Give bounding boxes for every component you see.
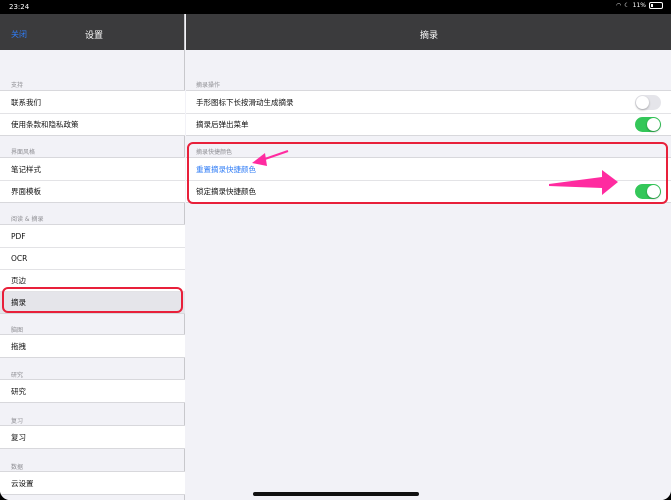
sidebar-item-note-style[interactable]: 笔记样式 bbox=[0, 158, 185, 180]
moon-icon: ☾ bbox=[624, 2, 630, 9]
group-review: 复习 bbox=[0, 425, 185, 449]
sidebar-item-review[interactable]: 复习 bbox=[0, 426, 185, 448]
sidebar-item-label: 云设置 bbox=[11, 478, 34, 488]
sidebar-item-cloud[interactable]: 云设置 bbox=[0, 472, 185, 494]
screen: 关闭 设置 支持 联系我们 使用条款和隐私政策 界面风格 笔记样式 界面模板 阅… bbox=[0, 14, 671, 500]
group-ui-style: 笔记样式 界面模板 bbox=[0, 157, 185, 203]
sidebar-item-label: 拖拽 bbox=[11, 341, 26, 351]
sidebar-item-margin[interactable]: 页边 bbox=[0, 269, 185, 291]
sidebar-item-label: 页边 bbox=[11, 276, 26, 285]
section-header-support: 支持 bbox=[11, 82, 24, 89]
section-header-data: 数据 bbox=[11, 464, 24, 471]
group-research: 研究 bbox=[0, 379, 185, 403]
sidebar: 关闭 设置 支持 联系我们 使用条款和隐私政策 界面风格 笔记样式 界面模板 阅… bbox=[0, 14, 185, 500]
status-time: 23:24 bbox=[9, 3, 30, 11]
home-indicator bbox=[253, 492, 419, 496]
group-reading: PDF OCR 页边 摘录 bbox=[0, 224, 185, 314]
sidebar-item-label: 使用条款和隐私政策 bbox=[11, 120, 79, 129]
sidebar-item-terms[interactable]: 使用条款和隐私政策 bbox=[0, 113, 185, 135]
battery-percent: 11% bbox=[632, 2, 646, 9]
sidebar-item-label: 复习 bbox=[11, 432, 26, 442]
sidebar-navbar: 关闭 设置 bbox=[0, 14, 184, 50]
detail-pane: 摘录 摘录操作 手形图标下长按滑动生成摘录 摘录后弹出菜单 摘录快捷颜色 重置摘… bbox=[186, 14, 671, 500]
sidebar-item-pdf[interactable]: PDF bbox=[0, 225, 185, 247]
section-header-review: 复习 bbox=[11, 418, 24, 425]
sidebar-item-label: 联系我们 bbox=[11, 97, 41, 107]
arrow-to-reset-icon bbox=[252, 150, 289, 166]
close-button[interactable]: 关闭 bbox=[11, 29, 27, 40]
status-bar: 23:24 ◠ ☾ 11% bbox=[0, 0, 671, 14]
sidebar-item-label: 界面模板 bbox=[11, 187, 41, 196]
status-icons: ◠ ☾ 11% bbox=[616, 2, 663, 9]
section-header-mindmap: 脑图 bbox=[11, 327, 24, 334]
sidebar-item-ui-template[interactable]: 界面模板 bbox=[0, 180, 185, 202]
sidebar-item-label: 摘录 bbox=[11, 298, 26, 307]
section-header-ui-style: 界面风格 bbox=[11, 149, 36, 156]
sidebar-item-excerpt[interactable]: 摘录 bbox=[0, 291, 185, 313]
sidebar-item-label: 笔记样式 bbox=[11, 164, 41, 174]
sidebar-title: 设置 bbox=[85, 31, 104, 41]
sidebar-item-label: OCR bbox=[11, 254, 28, 263]
section-header-reading: 阅读 & 摘录 bbox=[11, 216, 44, 223]
arrow-to-lock-toggle-icon bbox=[549, 170, 618, 195]
section-header-research: 研究 bbox=[11, 372, 24, 379]
sidebar-item-ocr[interactable]: OCR bbox=[0, 247, 185, 269]
group-mindmap: 拖拽 bbox=[0, 334, 185, 358]
sidebar-item-drag[interactable]: 拖拽 bbox=[0, 335, 185, 357]
sidebar-item-label: PDF bbox=[11, 231, 26, 241]
battery-icon bbox=[649, 2, 663, 9]
sidebar-item-contact[interactable]: 联系我们 bbox=[0, 91, 185, 113]
group-support: 联系我们 使用条款和隐私政策 bbox=[0, 90, 185, 136]
sidebar-item-label: 研究 bbox=[11, 386, 26, 396]
group-data: 云设置 bbox=[0, 471, 185, 495]
annotation-arrows bbox=[252, 150, 618, 195]
wifi-icon: ◠ bbox=[616, 2, 622, 9]
sidebar-item-research[interactable]: 研究 bbox=[0, 380, 185, 402]
